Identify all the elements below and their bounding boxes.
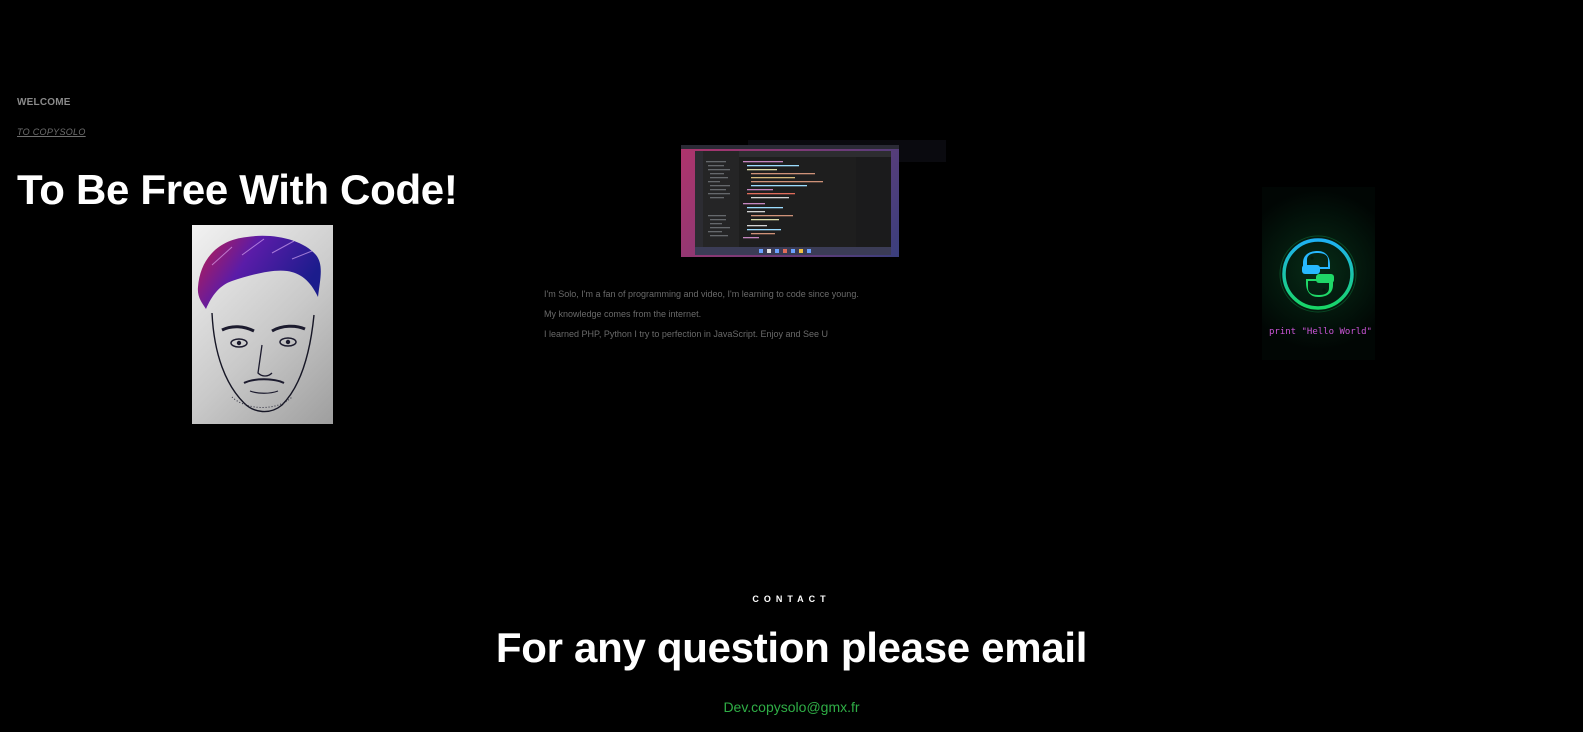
hero-title: To Be Free With Code! [17,166,458,213]
contact-kicker: CONTACT [752,594,831,604]
python-logo-icon [1279,235,1357,313]
about-line-2: My knowledge comes from the internet. [544,309,702,319]
portrait-illustration [197,235,321,413]
welcome-label: WELCOME [17,97,71,108]
python-card-art: print "Hello World" [1269,235,1372,337]
about-text: I'm Solo, I'm a fan of programming and v… [544,284,859,344]
about-line-3: I learned PHP, Python I try to perfectio… [544,329,828,339]
python-card: print "Hello World" [1262,187,1375,360]
editor-screenshot [681,145,899,257]
contact-email-link[interactable]: Dev.copysolo@gmx.fr [0,699,1583,715]
about-line-1: I'm Solo, I'm a fan of programming and v… [544,289,859,299]
portrait-image [192,225,333,424]
python-caption: print "Hello World" [1269,327,1372,337]
code-editor-illustration [681,145,899,255]
contact-title: For any question please email [495,624,1088,671]
brand-link[interactable]: TO COPYSOLO [17,127,86,137]
